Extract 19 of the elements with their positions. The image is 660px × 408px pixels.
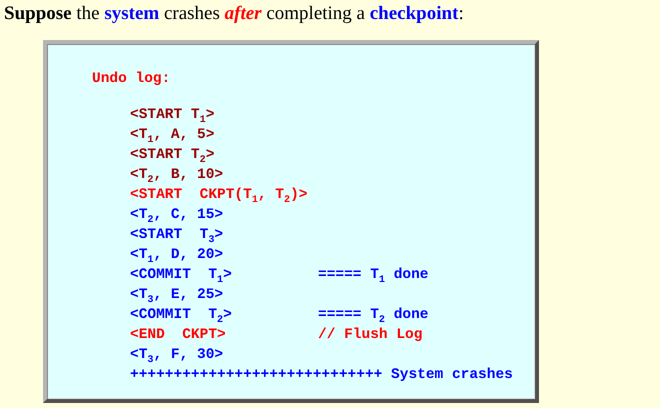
log-entry: <START CKPT(T$_{1}$, T$_{2}$)> xyxy=(130,186,308,205)
log-entry: <END CKPT> xyxy=(130,326,227,345)
log-entry: +++++++++++++++++++++++++++++ System crashes xyxy=(130,366,513,385)
log-entry: <START T$_{2}$> xyxy=(130,146,216,165)
log-entry: <T$_{1}$, A, 5> xyxy=(130,126,216,145)
log-note: ===== T$_{2}$ done xyxy=(318,306,429,325)
log-entry: <T$_{3}$, F, 30> xyxy=(130,346,224,365)
log-entry: <T$_{2}$, C, 15> xyxy=(130,206,224,225)
log-entry: <START T$_{3}$> xyxy=(130,226,224,245)
log-note: ===== T$_{1}$ done xyxy=(318,266,429,285)
log-entry: <T$_{2}$, B, 10> xyxy=(130,166,224,185)
heading-sentence: Suppose the system crashes after completing a checkpoint: xyxy=(4,2,465,26)
log-entry: <T$_{1}$, D, 20> xyxy=(130,246,224,265)
log-entry: <COMMIT T$_{1}$> xyxy=(130,266,233,285)
log-entry: <START T$_{1}$> xyxy=(130,106,216,125)
log-title: Undo log: xyxy=(92,70,172,88)
log-entry: <T$_{3}$, E, 25> xyxy=(130,286,224,305)
log-note: // Flush Log xyxy=(318,326,422,345)
log-entry: <COMMIT T$_{2}$> xyxy=(130,306,233,325)
